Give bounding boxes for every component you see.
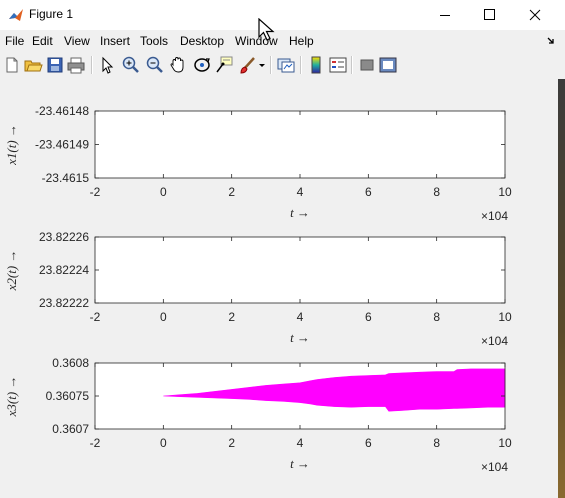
menu-tools[interactable]: Tools	[140, 34, 168, 48]
menu-help[interactable]: Help	[289, 34, 314, 48]
data-cursor-icon[interactable]	[214, 55, 234, 75]
figure-canvas: -2 0 2 4 6 8 10 -23.46148 -23.46149 -23.4615 t → ×1…	[0, 79, 558, 498]
pan-hand-icon[interactable]	[168, 55, 188, 75]
x-tick-label: 8	[433, 185, 440, 199]
x-tick-label: 10	[498, 436, 512, 450]
x-tick-label: 6	[365, 310, 372, 324]
rotate-3d-icon[interactable]	[192, 55, 212, 75]
y-axis-label: x3(t) →	[4, 376, 19, 418]
insert-legend-icon[interactable]	[328, 55, 348, 75]
x-tick-label: -2	[90, 436, 101, 450]
menu-edit[interactable]: Edit	[32, 34, 53, 48]
maximize-icon	[484, 9, 495, 20]
minimize-button[interactable]	[422, 0, 467, 30]
menu-insert[interactable]: Insert	[100, 34, 130, 48]
x-exponent-label: ×104	[481, 460, 508, 474]
x-tick-label: 10	[498, 185, 512, 199]
zoom-in-icon[interactable]	[121, 55, 141, 75]
save-icon[interactable]	[45, 55, 65, 75]
y-tick-label: -23.46148	[35, 104, 89, 118]
x-exponent-label: ×104	[481, 209, 508, 223]
open-file-icon[interactable]	[23, 55, 43, 75]
toolbar-separator	[300, 56, 302, 74]
x-tick-label: -2	[90, 310, 101, 324]
brush-icon[interactable]	[238, 55, 258, 75]
title-bar: Figure 1	[0, 0, 565, 30]
x-exponent-label: ×104	[481, 334, 508, 348]
menu-view[interactable]: View	[64, 34, 90, 48]
toolbar-separator	[270, 56, 272, 74]
maximize-button[interactable]	[467, 0, 512, 30]
x-tick-label: 0	[160, 310, 167, 324]
y-tick-label: 0.3608	[52, 356, 89, 370]
x-axis-label: t →	[290, 205, 310, 220]
x-axis-label: t →	[290, 330, 310, 345]
x-tick-label: 2	[228, 310, 235, 324]
y-tick-label: -23.4615	[42, 171, 90, 185]
menu-desktop[interactable]: Desktop	[180, 34, 224, 48]
edit-plot-arrow-icon[interactable]	[97, 55, 117, 75]
x-tick-label: 6	[365, 185, 372, 199]
x-tick-label: 4	[297, 436, 304, 450]
subplots-svg: -2 0 2 4 6 8 10 -23.46148 -23.46149 -23.4615 t → ×1…	[4, 104, 512, 474]
x-axis-label: t →	[290, 456, 310, 471]
toolbar-separator	[351, 56, 353, 74]
y-tick-label: 0.36075	[46, 389, 90, 403]
x-tick-label: 0	[160, 436, 167, 450]
dock-arrow-icon[interactable]	[546, 36, 556, 46]
print-icon[interactable]	[66, 55, 86, 75]
link-plot-icon[interactable]	[276, 55, 296, 75]
show-plot-tools-icon[interactable]	[378, 55, 398, 75]
new-figure-icon[interactable]	[2, 55, 22, 75]
x-tick-label: 2	[228, 185, 235, 199]
hide-plot-tools-icon[interactable]	[357, 55, 377, 75]
close-button[interactable]	[512, 0, 557, 30]
minimize-icon	[440, 15, 450, 16]
x-tick-label: 6	[365, 436, 372, 450]
desktop-background-strip	[558, 79, 565, 498]
y-axis-label: x2(t) →	[4, 250, 19, 292]
x-tick-label: 2	[228, 436, 235, 450]
zoom-out-icon[interactable]	[145, 55, 165, 75]
y-axis-label: x1(t) →	[4, 124, 19, 166]
y-tick-label: 23.82222	[39, 296, 89, 310]
y-tick-label: 23.82226	[39, 230, 89, 244]
plot-area-2	[95, 237, 505, 303]
y-tick-label: 0.3607	[52, 422, 89, 436]
x-tick-label: 4	[297, 310, 304, 324]
menu-bar: File Edit View Insert Tools Desktop Wind…	[0, 30, 565, 52]
toolbar	[0, 52, 565, 78]
plot-area-1	[95, 111, 505, 178]
insert-colorbar-icon[interactable]	[306, 55, 326, 75]
x-tick-label: 0	[160, 185, 167, 199]
y-tick-label: 23.82224	[39, 263, 89, 277]
menu-file[interactable]: File	[5, 34, 24, 48]
x-tick-label: 8	[433, 436, 440, 450]
toolbar-separator	[91, 56, 93, 74]
matlab-logo-icon	[9, 9, 23, 21]
x-tick-label: 4	[297, 185, 304, 199]
window-title: Figure 1	[29, 7, 74, 21]
y-tick-label: -23.46149	[35, 138, 89, 152]
x-tick-label: 8	[433, 310, 440, 324]
mouse-cursor-icon	[258, 18, 275, 41]
brush-dropdown-icon[interactable]	[258, 55, 266, 75]
close-icon	[529, 9, 541, 21]
x-tick-label: -2	[90, 185, 101, 199]
x-tick-label: 10	[498, 310, 512, 324]
